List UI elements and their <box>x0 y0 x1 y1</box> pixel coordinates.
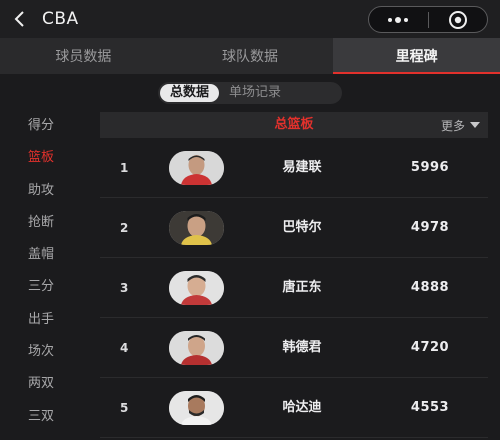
player-name: 易建联 <box>282 160 322 175</box>
player-name: 唐正东 <box>282 280 322 295</box>
miniapp-capsule <box>368 6 488 33</box>
side-item-rebounds[interactable]: 篮板 <box>0 142 95 174</box>
rank-number: 2 <box>120 221 129 235</box>
navbar: CBA <box>0 0 500 38</box>
back-button[interactable] <box>0 0 40 38</box>
rank-number: 1 <box>120 161 129 175</box>
stat-value: 4888 <box>410 280 450 295</box>
rank-number: 5 <box>120 401 129 415</box>
player-avatar <box>169 211 224 245</box>
caret-down-icon <box>470 122 480 128</box>
stat-value: 4553 <box>410 400 450 415</box>
side-item-points[interactable]: 得分 <box>0 110 95 142</box>
side-item-steals[interactable]: 抢断 <box>0 207 95 239</box>
table-row[interactable]: 2 巴特尔 4978 <box>100 198 488 258</box>
player-name: 巴特尔 <box>282 220 322 235</box>
tab-player-stats[interactable]: 球员数据 <box>0 38 167 74</box>
player-name: 哈达迪 <box>282 400 322 415</box>
segment-single-game[interactable]: 单场记录 <box>219 84 291 102</box>
page-title: CBA <box>42 9 79 29</box>
table-row[interactable]: 3 唐正东 4888 <box>100 258 488 318</box>
close-miniapp-button[interactable] <box>429 7 488 32</box>
more-dots-icon <box>388 16 409 23</box>
side-item-blocks[interactable]: 盖帽 <box>0 239 95 271</box>
player-avatar <box>169 271 224 305</box>
back-chevron-icon <box>14 11 24 27</box>
side-item-threes[interactable]: 三分 <box>0 271 95 303</box>
stat-value: 4978 <box>410 220 450 235</box>
player-name: 韩德君 <box>282 340 322 355</box>
table-row[interactable]: 5 哈达迪 4553 <box>100 378 488 438</box>
player-avatar <box>169 151 224 185</box>
table-title: 总篮板 <box>274 117 314 132</box>
more-label: 更多 <box>440 118 465 133</box>
tab-label: 里程碑 <box>395 49 438 65</box>
leaderboard-table: 总篮板 更多 1 易建联 5996 2 巴特尔 4978 3 唐正东 4888 … <box>100 112 488 438</box>
side-item-assists[interactable]: 助攻 <box>0 175 95 207</box>
more-dropdown[interactable]: 更多 <box>441 112 480 138</box>
target-close-icon <box>448 10 467 29</box>
tab-label: 球队数据 <box>222 49 278 65</box>
data-type-switch: 总数据 单场记录 <box>158 82 342 104</box>
stat-value: 5996 <box>410 160 450 175</box>
tab-label: 球员数据 <box>55 49 112 65</box>
table-header: 总篮板 更多 <box>100 112 488 138</box>
table-row[interactable]: 4 韩德君 4720 <box>100 318 488 378</box>
table-row[interactable]: 1 易建联 5996 <box>100 138 488 198</box>
rank-number: 3 <box>120 281 129 295</box>
tab-team-stats[interactable]: 球队数据 <box>167 38 334 74</box>
player-avatar <box>169 331 224 365</box>
stat-category-list: 得分 篮板 助攻 抢断 盖帽 三分 出手 场次 两双 三双 <box>0 110 95 433</box>
tab-milestones[interactable]: 里程碑 <box>333 38 500 74</box>
segment-total[interactable]: 总数据 <box>160 84 220 102</box>
stat-value: 4720 <box>410 340 450 355</box>
category-tabs: 球员数据 球队数据 里程碑 <box>0 38 500 74</box>
side-item-attempts[interactable]: 出手 <box>0 304 95 336</box>
side-item-double-doubles[interactable]: 两双 <box>0 368 95 400</box>
player-avatar <box>169 391 224 425</box>
side-item-games[interactable]: 场次 <box>0 336 95 368</box>
more-button[interactable] <box>369 7 428 32</box>
side-item-triple-doubles[interactable]: 三双 <box>0 401 95 433</box>
rank-number: 4 <box>120 341 129 355</box>
